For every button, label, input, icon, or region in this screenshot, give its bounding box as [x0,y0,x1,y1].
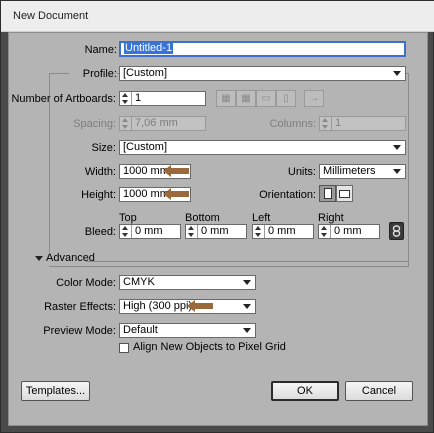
annotation-arrow-icon [187,300,213,312]
right-to-left-layout-icon[interactable]: → [304,90,324,107]
name-value: Untitled-1 [124,42,174,54]
stepper-icon[interactable] [186,225,198,238]
profile-select[interactable]: [Custom] [119,66,406,81]
bleed-right-field[interactable]: 0 mm [318,224,380,239]
landscape-orientation-icon[interactable] [336,185,353,202]
columns-value: 1 [335,117,342,129]
chevron-down-icon [393,169,401,174]
size-value: [Custom] [123,141,168,153]
name-field[interactable]: Untitled-1 [119,41,406,57]
align-pixel-grid-checkbox[interactable] [119,343,129,353]
preview-mode-value: Default [123,324,158,336]
bleed-right-value: 0 mm [334,225,362,237]
preview-mode-select[interactable]: Default [119,323,256,338]
artboards-label: Number of Artboards: [11,93,116,105]
bleed-bottom-label: Bottom [185,212,220,224]
orientation-label: Orientation: [259,189,316,201]
units-label: Units: [287,166,316,178]
bleed-left-field[interactable]: 0 mm [252,224,314,239]
stepper-icon[interactable] [120,92,132,105]
ok-button[interactable]: OK [271,381,339,401]
arrange-by-row-icon[interactable]: ▭ [256,90,276,107]
chevron-down-icon [243,280,251,285]
bleed-top-field[interactable]: 0 mm [119,224,181,239]
units-select[interactable]: Millimeters [319,164,406,179]
new-document-window: New Document Name: Untitled-1 Profile: [… [0,0,434,433]
stepper-icon[interactable] [319,225,331,238]
spacing-label: Spacing: [73,118,116,130]
dialog-body: Name: Untitled-1 Profile: [Custom] Numbe… [8,32,428,426]
stepper-icon[interactable] [120,117,132,130]
color-mode-select[interactable]: CMYK [119,275,256,290]
height-label: Height: [81,189,116,201]
raster-effects-label: Raster Effects: [44,301,116,313]
bleed-top-label: Top [119,212,137,224]
spacing-field[interactable]: 7,06 mm [119,116,206,131]
advanced-label: Advanced [46,252,95,264]
profile-value: [Custom] [123,67,168,79]
bleed-top-value: 0 mm [135,225,163,237]
size-select[interactable]: [Custom] [119,140,406,155]
align-pixel-grid-label: Align New Objects to Pixel Grid [133,341,286,353]
title-bar[interactable]: New Document [1,1,434,32]
width-value: 1000 mm [123,165,169,177]
name-label: Name: [84,44,117,56]
bleed-bottom-field[interactable]: 0 mm [185,224,247,239]
profile-label: Profile: [69,68,117,80]
portrait-orientation-icon[interactable] [319,185,336,202]
chevron-down-icon [243,304,251,309]
link-icon[interactable] [389,222,404,240]
chevron-down-icon [393,71,401,76]
disclosure-triangle-icon [35,256,43,261]
bleed-bottom-value: 0 mm [201,225,229,237]
bleed-left-value: 0 mm [268,225,296,237]
cancel-button[interactable]: Cancel [345,381,413,401]
advanced-toggle[interactable]: Advanced [33,252,95,266]
preview-mode-label: Preview Mode: [43,325,116,337]
width-label: Width: [84,166,116,178]
stepper-icon[interactable] [120,225,132,238]
window-title: New Document [13,10,89,22]
annotation-arrow-icon [163,188,189,200]
bleed-right-label: Right [318,212,344,224]
grid-by-row-icon[interactable]: ▦ [216,90,236,107]
height-value: 1000 mm [123,188,169,200]
raster-effects-value: High (300 ppi) [123,300,193,312]
bleed-left-label: Left [252,212,271,224]
templates-button[interactable]: Templates... [21,381,90,401]
stepper-icon[interactable] [253,225,265,238]
artboards-field[interactable]: 1 [119,91,206,106]
annotation-arrow-icon [163,165,189,177]
color-mode-label: Color Mode: [56,277,116,289]
arrange-by-column-icon[interactable]: ▯ [276,90,296,107]
stepper-icon[interactable] [320,117,332,130]
color-mode-value: CMYK [123,276,155,288]
artboards-value: 1 [135,92,142,104]
columns-label: Columns: [269,118,316,130]
advanced-separator [49,261,409,262]
columns-field[interactable]: 1 [319,116,406,131]
spacing-value: 7,06 mm [135,117,178,129]
grid-by-column-icon[interactable]: ▦ [236,90,256,107]
units-value: Millimeters [323,165,376,177]
artboard-arrangement-controls: ▦ ▦ ▭ ▯ → [216,90,324,107]
chevron-down-icon [393,145,401,150]
chevron-down-icon [243,328,251,333]
bleed-label: Bleed: [84,226,116,238]
size-label: Size: [91,142,116,154]
